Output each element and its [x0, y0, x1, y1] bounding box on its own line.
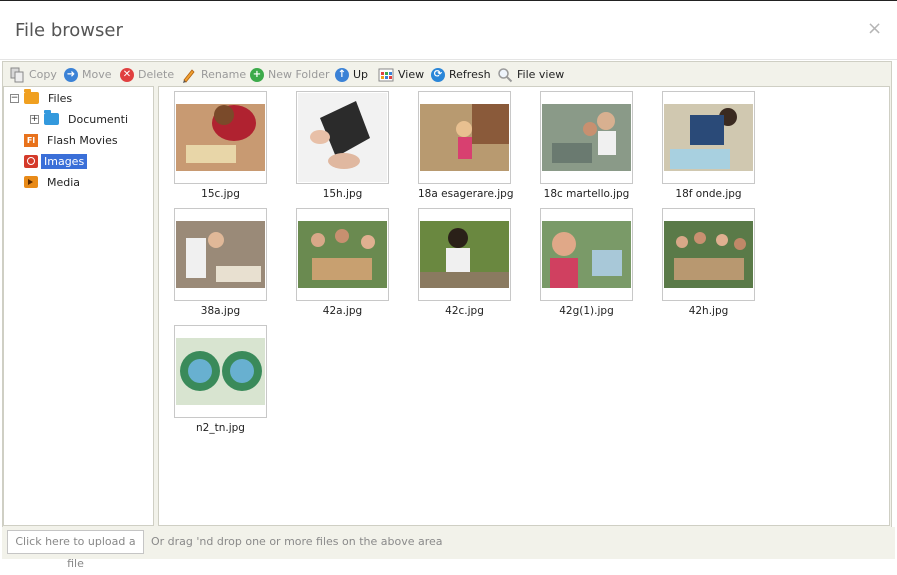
file-view-label: File view [517, 68, 565, 81]
file-browser-panel: Copy ➜ Move ✕ Delete Rename + New Folder… [2, 61, 892, 528]
file-item[interactable]: 42c.jpg [418, 208, 511, 317]
tree-item-media[interactable]: Media [24, 173, 83, 191]
file-item[interactable]: n2_tn.jpg [174, 325, 267, 434]
copy-label: Copy [29, 68, 57, 81]
close-icon[interactable]: × [867, 18, 882, 39]
plus-icon: + [250, 67, 264, 82]
file-item[interactable]: 18f onde.jpg [662, 91, 755, 200]
magnifier-icon [498, 67, 513, 82]
folder-icon [44, 110, 59, 125]
refresh-label: Refresh [449, 68, 491, 81]
file-item[interactable]: 15c.jpg [174, 91, 267, 200]
view-button[interactable]: View [378, 66, 424, 83]
file-thumbnail[interactable] [296, 208, 389, 301]
grid-view-icon [378, 68, 394, 81]
file-name: 15h.jpg [322, 188, 363, 200]
file-thumbnail[interactable] [174, 325, 267, 418]
file-name: 42h.jpg [688, 305, 729, 317]
file-name: 42a.jpg [322, 305, 363, 317]
upload-bar: Click here to upload a file Or drag 'nd … [2, 527, 895, 570]
file-thumbnail[interactable] [418, 91, 511, 184]
file-thumbnail[interactable] [662, 91, 755, 184]
file-item[interactable]: 18c martello.jpg [540, 91, 633, 200]
file-grid: 15c.jpg 15h.jpg 18a esagerare.jpg 18c ma… [158, 86, 890, 526]
file-thumbnail[interactable] [662, 208, 755, 301]
expand-toggle-icon[interactable]: + [30, 114, 39, 124]
new-folder-label: New Folder [268, 68, 330, 81]
up-label: Up [353, 68, 369, 81]
copy-button[interactable]: Copy [9, 66, 57, 83]
file-thumbnail[interactable] [540, 208, 633, 301]
tree-item-label: Documenti [68, 112, 129, 126]
tree-item-label: Media [47, 175, 81, 189]
file-name: 18a esagerare.jpg [418, 188, 514, 200]
video-icon [24, 176, 38, 188]
move-arrow-icon: ➜ [64, 67, 78, 82]
file-item[interactable]: 18a esagerare.jpg [418, 91, 514, 200]
file-name: n2_tn.jpg [196, 422, 245, 434]
file-thumbnail[interactable] [540, 91, 633, 184]
delete-x-icon: ✕ [120, 67, 134, 82]
file-name: 42c.jpg [445, 305, 484, 317]
pencil-icon [183, 68, 195, 83]
toolbar: Copy ➜ Move ✕ Delete Rename + New Folder… [3, 62, 891, 86]
delete-label: Delete [138, 68, 175, 81]
upload-file-button[interactable]: Click here to upload a file [7, 530, 144, 570]
file-thumbnail[interactable] [418, 208, 511, 301]
new-folder-button[interactable]: + New Folder [250, 66, 329, 83]
file-view-button[interactable]: File view [497, 66, 564, 83]
file-thumbnail[interactable] [174, 91, 267, 184]
tree-item-label: Flash Movies [47, 133, 118, 147]
title-bar: File browser × [0, 1, 897, 60]
file-name: 15c.jpg [201, 188, 240, 200]
file-item[interactable]: 42a.jpg [296, 208, 389, 317]
tree-item-files[interactable]: − Files [10, 89, 75, 107]
file-item[interactable]: 42g(1).jpg [540, 208, 633, 317]
rename-label: Rename [201, 68, 247, 81]
move-button[interactable]: ➜ Move [64, 66, 112, 83]
file-name: 42g(1).jpg [559, 305, 614, 317]
rename-button[interactable]: Rename [181, 66, 246, 83]
flash-icon: Fl [24, 133, 38, 147]
delete-button[interactable]: ✕ Delete [120, 66, 174, 83]
window-title: File browser [15, 20, 123, 41]
file-thumbnail[interactable] [174, 208, 267, 301]
image-folder-icon [24, 154, 38, 168]
file-item[interactable]: 38a.jpg [174, 208, 267, 317]
tree-item-documenti[interactable]: + Documenti [30, 110, 131, 128]
copy-icon [10, 67, 24, 82]
file-thumbnail[interactable] [296, 91, 389, 184]
tree-item-flash-movies[interactable]: Fl Flash Movies [24, 131, 121, 149]
up-arrow-icon: ↑ [335, 67, 349, 82]
file-name: 38a.jpg [200, 305, 241, 317]
tree-item-label: Images [41, 153, 88, 169]
collapse-toggle-icon[interactable]: − [10, 93, 19, 103]
view-label: View [398, 68, 425, 81]
folder-tree: − Files + Documenti Fl Flash Movies Imag… [3, 86, 154, 526]
file-name: 18c martello.jpg [543, 188, 630, 200]
refresh-icon: ⟳ [431, 67, 445, 82]
file-item[interactable]: 15h.jpg [296, 91, 389, 200]
refresh-button[interactable]: ⟳ Refresh [431, 66, 491, 83]
tree-item-images[interactable]: Images [24, 152, 88, 170]
move-label: Move [82, 68, 112, 81]
up-button[interactable]: ↑ Up [335, 66, 368, 83]
folder-icon [24, 89, 39, 104]
drag-drop-hint: Or drag 'nd drop one or more files on th… [151, 535, 443, 548]
file-name: 18f onde.jpg [675, 188, 742, 200]
tree-item-label: Files [48, 91, 73, 105]
file-item[interactable]: 42h.jpg [662, 208, 755, 317]
